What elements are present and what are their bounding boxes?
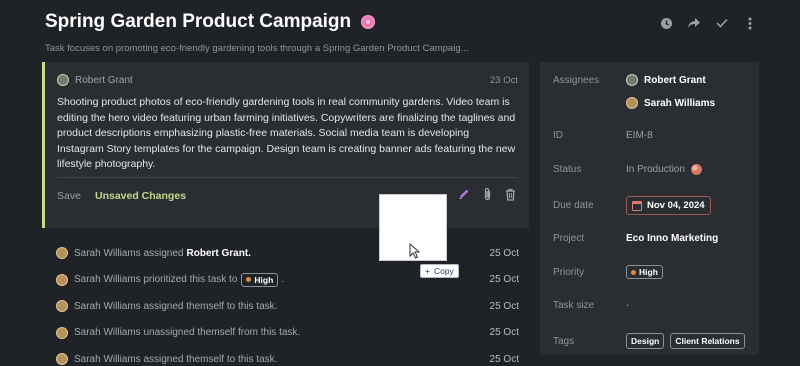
avatar <box>56 353 68 366</box>
clock-icon[interactable] <box>658 15 674 31</box>
project-row: Project Eco Inno Marketing <box>553 233 751 244</box>
task-size-label: Task size <box>553 300 595 311</box>
activity-item: Sarah Williams assigned themself to this… <box>56 293 519 320</box>
due-date-picker[interactable]: Nov 04, 2024 <box>626 196 711 215</box>
status-value[interactable]: In Production <box>626 164 702 175</box>
avatar <box>626 97 638 109</box>
assignee-name: Robert Grant <box>644 74 706 86</box>
more-icon[interactable] <box>742 15 758 31</box>
assignee[interactable]: Sarah Williams <box>626 97 715 109</box>
avatar <box>56 326 68 339</box>
copy-tooltip: + Copy <box>420 264 459 278</box>
project-value[interactable]: Eco Inno Marketing <box>626 233 718 244</box>
priority-value: High <box>639 267 658 277</box>
priority-chip: High <box>241 272 279 287</box>
mouse-cursor-icon <box>409 243 421 259</box>
activity-text: Sarah Williams assigned <box>74 247 184 259</box>
task-description: Task focuses on promoting eco-friendly g… <box>45 43 469 54</box>
assignee-name: Sarah Williams <box>644 97 716 109</box>
avatar <box>56 247 68 260</box>
activity-item: Sarah Williams assigned themself to this… <box>56 346 519 366</box>
status-label: Status <box>553 164 582 175</box>
page-title: Spring Garden Product Campaign <box>45 11 377 33</box>
activity-text: Sarah Williams assigned themself to this… <box>74 353 278 365</box>
priority-chip[interactable]: High <box>626 265 663 279</box>
header-actions <box>658 15 758 31</box>
assignees-label: Assignees <box>553 74 600 86</box>
avatar <box>626 74 638 86</box>
id-label: ID <box>553 130 563 141</box>
divider <box>57 177 518 178</box>
activity-date: 25 Oct <box>489 353 519 365</box>
avatar <box>56 300 68 313</box>
calendar-icon <box>632 200 642 211</box>
cherry-blossom-icon <box>359 13 377 31</box>
activity-text: Sarah Williams assigned themself to this… <box>74 300 278 312</box>
activity-item: Sarah Williams assigned Robert Grant. 25… <box>56 240 519 267</box>
comment-card: Robert Grant 23 Oct Shooting product pho… <box>42 62 529 228</box>
tags-row: Tags Design Client Relations <box>553 333 751 349</box>
priority-dot-icon <box>246 277 252 283</box>
attachment-icon[interactable] <box>480 187 494 201</box>
priority-row: Priority High <box>553 265 751 279</box>
palette-icon <box>690 164 702 175</box>
due-date-label: Due date <box>553 200 594 211</box>
id-row: ID EIM-8 <box>553 130 751 141</box>
trash-icon[interactable] <box>503 187 517 201</box>
activity-target: Robert Grant. <box>186 247 251 259</box>
comment-tools <box>457 187 517 201</box>
avatar <box>56 273 68 286</box>
activity-date: 25 Oct <box>489 327 519 339</box>
task-id: EIM-8 <box>626 130 653 141</box>
activity-item: Sarah Williams unassigned themself from … <box>56 320 519 347</box>
task-size-row: Task size - <box>553 300 751 311</box>
plus-icon: + <box>425 266 430 276</box>
activity-text: Sarah Williams prioritized this task to <box>74 274 238 286</box>
activity-date: 25 Oct <box>489 247 519 259</box>
comment-author: Robert Grant <box>57 74 133 86</box>
due-date-row: Due date Nov 04, 2024 <box>553 196 751 215</box>
assignees-row-2: Sarah Williams <box>553 97 751 109</box>
comment-date: 23 Oct <box>490 75 518 86</box>
unsaved-changes-label: Unsaved Changes <box>95 190 187 202</box>
priority-dot-icon <box>631 269 636 275</box>
status-row: Status In Production <box>553 164 751 175</box>
activity-text: Sarah Williams unassigned themself from … <box>74 327 301 339</box>
share-icon[interactable] <box>686 15 702 31</box>
comment-text[interactable]: Shooting product photos of eco-friendly … <box>57 95 517 173</box>
activity-date: 25 Oct <box>489 300 519 312</box>
assignee[interactable]: Robert Grant <box>626 74 706 86</box>
priority-chip-label: High <box>254 274 274 285</box>
comment-author-name: Robert Grant <box>75 74 133 86</box>
priority-label: Priority <box>553 266 585 278</box>
details-panel: Assignees Robert Grant Sarah Williams ID… <box>540 62 759 355</box>
avatar <box>57 74 69 86</box>
tag-design[interactable]: Design <box>626 333 665 349</box>
copy-label: Copy <box>433 266 454 276</box>
save-button[interactable]: Save <box>57 190 81 202</box>
pencil-icon[interactable] <box>457 187 471 201</box>
assignees-row: Assignees Robert Grant <box>553 74 751 86</box>
page-title-text: Spring Garden Product Campaign <box>45 11 352 32</box>
tags-label: Tags <box>553 335 575 347</box>
status-text: In Production <box>626 164 685 175</box>
check-icon[interactable] <box>714 15 730 31</box>
activity-suffix: . <box>281 274 285 286</box>
due-date-value: Nov 04, 2024 <box>647 200 705 211</box>
activity-log: Sarah Williams assigned Robert Grant. 25… <box>56 240 519 366</box>
tag-client-relations[interactable]: Client Relations <box>670 333 745 349</box>
task-size-value[interactable]: - <box>626 300 629 311</box>
project-label: Project <box>553 233 585 244</box>
activity-date: 25 Oct <box>489 274 519 286</box>
